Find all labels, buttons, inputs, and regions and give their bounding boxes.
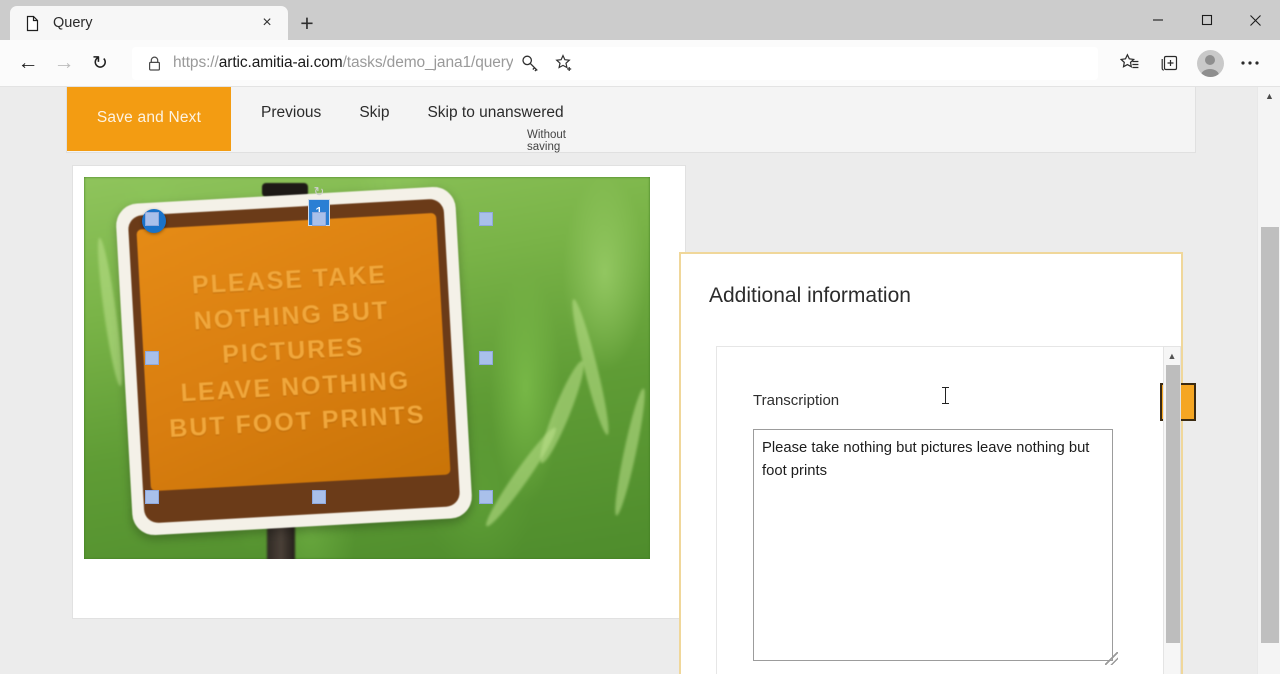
- skip-link[interactable]: Skip: [359, 104, 389, 122]
- resize-handle-middle-right[interactable]: [479, 351, 493, 365]
- profile-avatar[interactable]: [1190, 45, 1230, 81]
- resize-handle-top-center[interactable]: [312, 212, 326, 226]
- collections-icon[interactable]: [1150, 45, 1190, 81]
- new-tab-button[interactable]: +: [290, 6, 324, 40]
- page-scrollbar-thumb[interactable]: [1261, 227, 1279, 643]
- resize-handle-top-right[interactable]: [479, 212, 493, 226]
- page-viewport: Save and Next Previous Skip Skip to unan…: [0, 87, 1280, 674]
- annotation-bounding-box[interactable]: ↻ 1 ✔: [142, 184, 493, 504]
- address-bar[interactable]: https://artic.amitia-ai.com/tasks/demo_j…: [132, 46, 1098, 80]
- browser-toolbar-icons: [1110, 45, 1270, 81]
- browser-window: Query × + ← → ↻ https://artic.amitia-ai.…: [0, 0, 1280, 674]
- textarea-resize-grip[interactable]: [1105, 652, 1118, 665]
- resize-handle-middle-left[interactable]: [145, 351, 159, 365]
- resize-handle-bottom-right[interactable]: [479, 490, 493, 504]
- navigation-bar: ← → ↻ https://artic.amitia-ai.com/tasks/…: [0, 40, 1280, 87]
- save-and-next-button[interactable]: Save and Next: [67, 87, 231, 151]
- skip-to-unanswered-link[interactable]: Skip to unanswered: [427, 104, 563, 122]
- previous-link[interactable]: Previous: [261, 104, 321, 122]
- page-scroll-up-arrow-icon[interactable]: ▲: [1258, 87, 1280, 105]
- maximize-button[interactable]: [1182, 0, 1231, 40]
- page-icon: [24, 15, 41, 32]
- resize-handle-bottom-left[interactable]: [145, 490, 159, 504]
- title-bar: Query × +: [0, 0, 1280, 40]
- tab-title: Query: [53, 15, 93, 31]
- forward-arrow-icon[interactable]: →: [46, 45, 82, 81]
- transcription-form-box: Transcription Please take nothing but pi…: [716, 346, 1196, 674]
- more-settings-icon[interactable]: [1230, 45, 1270, 81]
- transcription-input[interactable]: Please take nothing but pictures leave n…: [753, 429, 1113, 661]
- image-card: PLEASE TAKE NOTHING BUT PICTURES LEAVE N…: [72, 165, 686, 619]
- omnibox-actions: [513, 48, 581, 78]
- text-cursor-icon: [942, 387, 949, 404]
- close-window-button[interactable]: [1231, 0, 1280, 40]
- url-text: https://artic.amitia-ai.com/tasks/demo_j…: [173, 54, 514, 71]
- panel-scrollbar[interactable]: ▲ ▼: [1163, 346, 1181, 674]
- window-controls: [1133, 0, 1280, 40]
- without-saving-note: Without saving: [527, 129, 566, 153]
- transcription-label: Transcription: [753, 392, 840, 409]
- add-favorite-star-icon[interactable]: [547, 48, 581, 78]
- resize-handle-bottom-center[interactable]: [312, 490, 326, 504]
- key-icon[interactable]: [513, 48, 547, 78]
- favorites-list-icon[interactable]: [1110, 45, 1150, 81]
- web-page: Save and Next Previous Skip Skip to unan…: [0, 87, 1257, 674]
- page-scrollbar[interactable]: ▲: [1257, 87, 1280, 674]
- task-action-bar: Save and Next Previous Skip Skip to unan…: [66, 87, 1196, 153]
- avatar: [1196, 49, 1224, 77]
- scroll-up-arrow-icon[interactable]: ▲: [1163, 347, 1181, 364]
- back-arrow-icon[interactable]: ←: [10, 45, 46, 81]
- annotated-image[interactable]: PLEASE TAKE NOTHING BUT PICTURES LEAVE N…: [84, 177, 650, 559]
- browser-tab-query[interactable]: Query ×: [10, 6, 288, 40]
- rotate-handle-icon[interactable]: ↻: [312, 184, 326, 199]
- panel-scrollbar-thumb[interactable]: [1166, 365, 1180, 643]
- reload-icon[interactable]: ↻: [82, 45, 118, 81]
- task-nav-links: Previous Skip Skip to unanswered Without…: [231, 87, 602, 153]
- lock-icon: [143, 56, 165, 71]
- minimize-button[interactable]: [1133, 0, 1182, 40]
- close-tab-icon[interactable]: ×: [254, 10, 280, 36]
- additional-information-panel: Additional information Transcription Ple…: [679, 252, 1196, 674]
- panel-title: Additional information: [709, 284, 911, 307]
- resize-handle-top-left[interactable]: [145, 212, 159, 226]
